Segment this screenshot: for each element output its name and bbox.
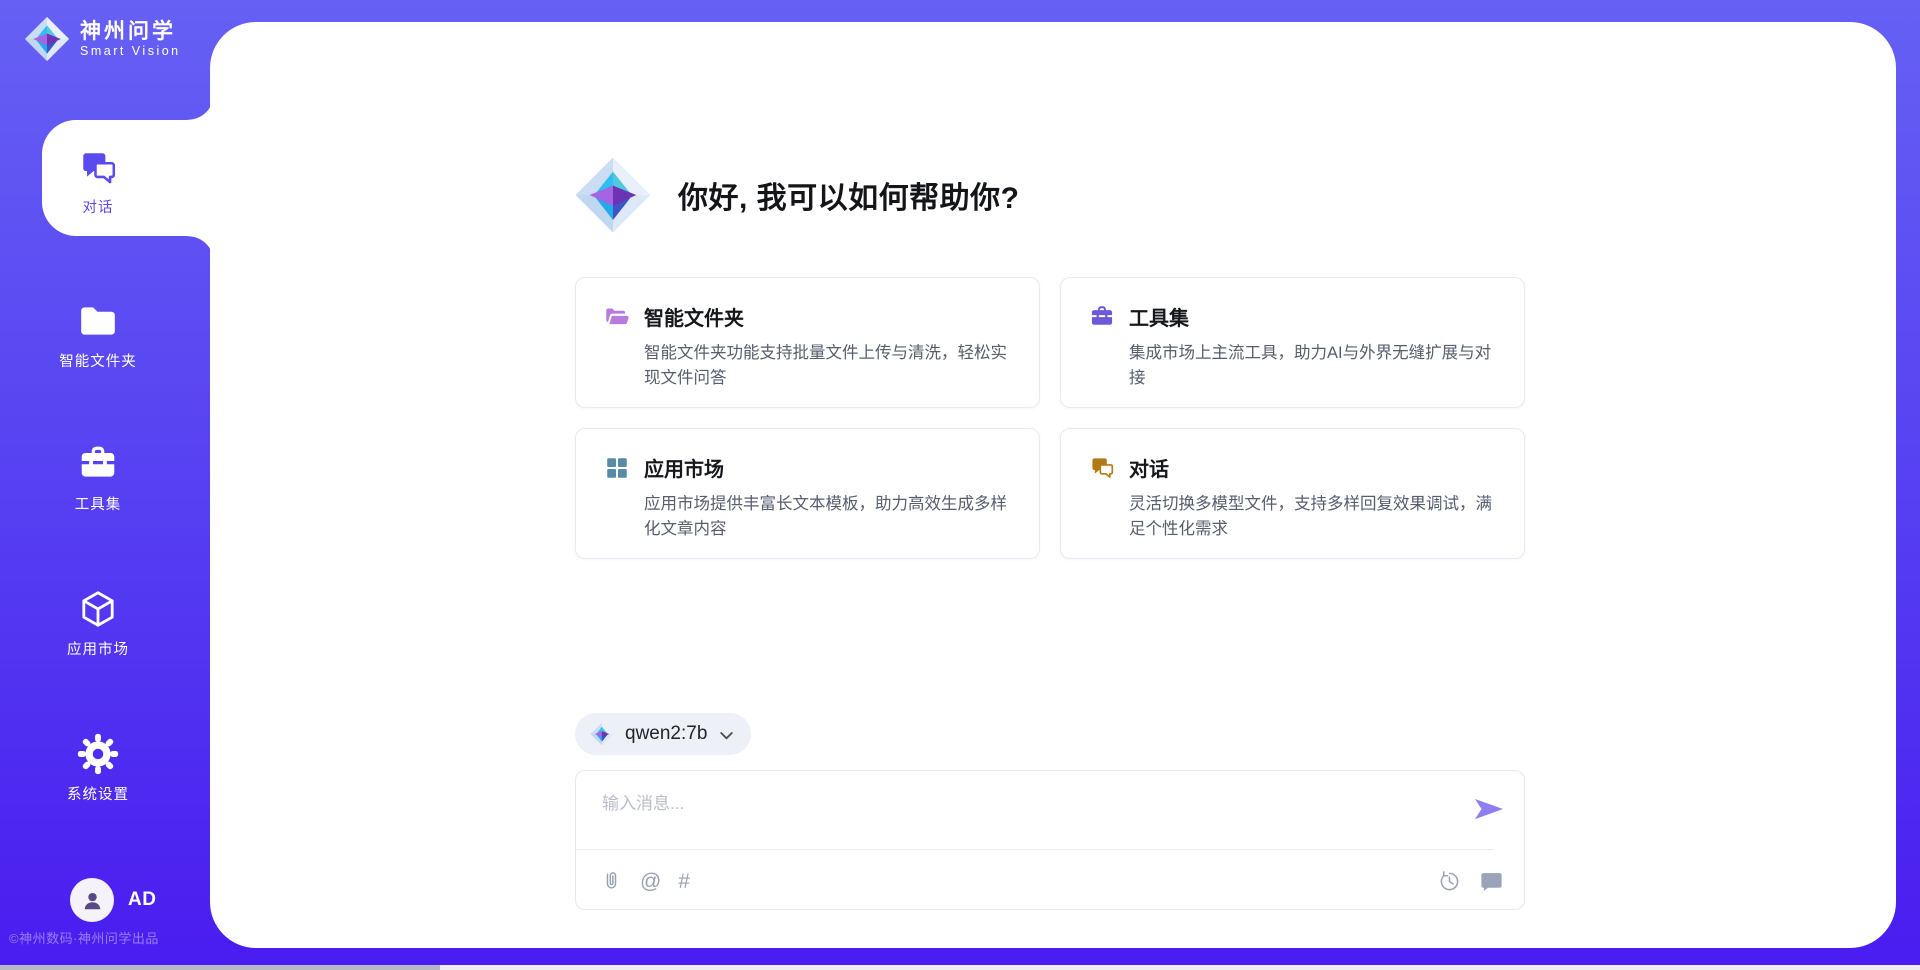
card-toolset[interactable]: 工具集 集成市场上主流工具，助力AI与外界无缝扩展与对接 xyxy=(1060,277,1525,408)
user-profile[interactable]: AD xyxy=(70,878,156,922)
folder-icon xyxy=(77,300,119,342)
hashtag-icon[interactable]: # xyxy=(678,871,690,892)
card-title: 对话 xyxy=(1129,453,1169,482)
brand-name: 神州问学 xyxy=(80,20,181,44)
card-title: 应用市场 xyxy=(644,453,724,482)
chat-icon xyxy=(1089,455,1115,481)
toolbox-icon xyxy=(1089,304,1115,330)
model-selector[interactable]: qwen2:7b xyxy=(575,713,751,755)
grid-icon xyxy=(604,455,630,481)
horizontal-scrollbar-track xyxy=(0,965,1920,970)
sidebar-item-chat[interactable]: 对话 xyxy=(0,148,196,217)
sidebar-item-label: 对话 xyxy=(83,196,114,217)
cube-icon xyxy=(77,588,119,630)
sidebar-item-settings[interactable]: 系统设置 xyxy=(0,733,196,804)
toolbox-icon xyxy=(77,443,119,485)
gear-icon xyxy=(77,733,119,775)
card-chat[interactable]: 对话 灵活切换多模型文件，支持多样回复效果调试，满足个性化需求 xyxy=(1060,428,1525,559)
card-smart-folder[interactable]: 智能文件夹 智能文件夹功能支持批量文件上传与清洗，轻松实现文件问答 xyxy=(575,277,1040,408)
card-description: 灵活切换多模型文件，支持多样回复效果调试，满足个性化需求 xyxy=(1129,492,1498,542)
chevron-down-icon xyxy=(718,728,735,743)
user-icon xyxy=(79,887,106,914)
main-panel: 你好, 我可以如何帮助你? 智能文件夹 智能文件夹功能支持批量文件上传与清洗，轻… xyxy=(210,22,1896,948)
brand-subtitle: Smart Vision xyxy=(80,44,181,58)
sidebar-item-label: 智能文件夹 xyxy=(59,350,137,371)
history-icon[interactable] xyxy=(1437,869,1462,894)
feature-cards: 智能文件夹 智能文件夹功能支持批量文件上传与清洗，轻松实现文件问答 工具集 集成… xyxy=(575,277,1525,559)
sidebar-item-app-market[interactable]: 应用市场 xyxy=(0,588,196,659)
card-description: 应用市场提供丰富长文本模板，助力高效生成多样化文章内容 xyxy=(644,492,1013,542)
composer-divider xyxy=(576,849,1494,850)
mention-icon[interactable]: @ xyxy=(640,871,661,892)
message-input[interactable] xyxy=(600,787,1454,845)
message-composer: @ # xyxy=(575,770,1525,910)
sidebar: 神州问学 Smart Vision 对话 智能文件夹 工具集 应用市场 系统设置… xyxy=(0,0,210,970)
sidebar-item-label: 工具集 xyxy=(75,493,122,514)
sidebar-item-toolset[interactable]: 工具集 xyxy=(0,443,196,514)
greeting-row: 你好, 我可以如何帮助你? xyxy=(574,156,1020,234)
paperclip-icon[interactable] xyxy=(600,870,623,893)
composer-toolbar: @ # xyxy=(600,863,1504,899)
brand-diamond-icon xyxy=(24,16,70,62)
model-name: qwen2:7b xyxy=(625,723,707,745)
horizontal-scrollbar-thumb[interactable] xyxy=(0,965,440,970)
sidebar-item-label: 系统设置 xyxy=(67,783,129,804)
message-square-icon[interactable] xyxy=(1479,869,1504,894)
brand-logo-block: 神州问学 Smart Vision xyxy=(24,16,181,62)
copyright-text: ©神州数码·神州问学出品 xyxy=(9,928,209,947)
card-title: 智能文件夹 xyxy=(644,302,744,331)
card-title: 工具集 xyxy=(1129,302,1189,331)
card-description: 智能文件夹功能支持批量文件上传与清洗，轻松实现文件问答 xyxy=(644,341,1013,391)
card-app-market[interactable]: 应用市场 应用市场提供丰富长文本模板，助力高效生成多样化文章内容 xyxy=(575,428,1040,559)
folder-open-icon xyxy=(604,304,630,330)
chat-icon xyxy=(78,148,118,188)
greeting-title: 你好, 我可以如何帮助你? xyxy=(678,173,1020,217)
avatar xyxy=(70,878,114,922)
card-description: 集成市场上主流工具，助力AI与外界无缝扩展与对接 xyxy=(1129,341,1498,391)
sidebar-item-smart-folder[interactable]: 智能文件夹 xyxy=(0,300,196,371)
sidebar-item-label: 应用市场 xyxy=(67,638,129,659)
send-icon[interactable] xyxy=(1472,795,1506,823)
model-diamond-icon xyxy=(590,722,614,746)
user-name: AD xyxy=(128,889,156,911)
greeting-diamond-icon xyxy=(574,156,652,234)
